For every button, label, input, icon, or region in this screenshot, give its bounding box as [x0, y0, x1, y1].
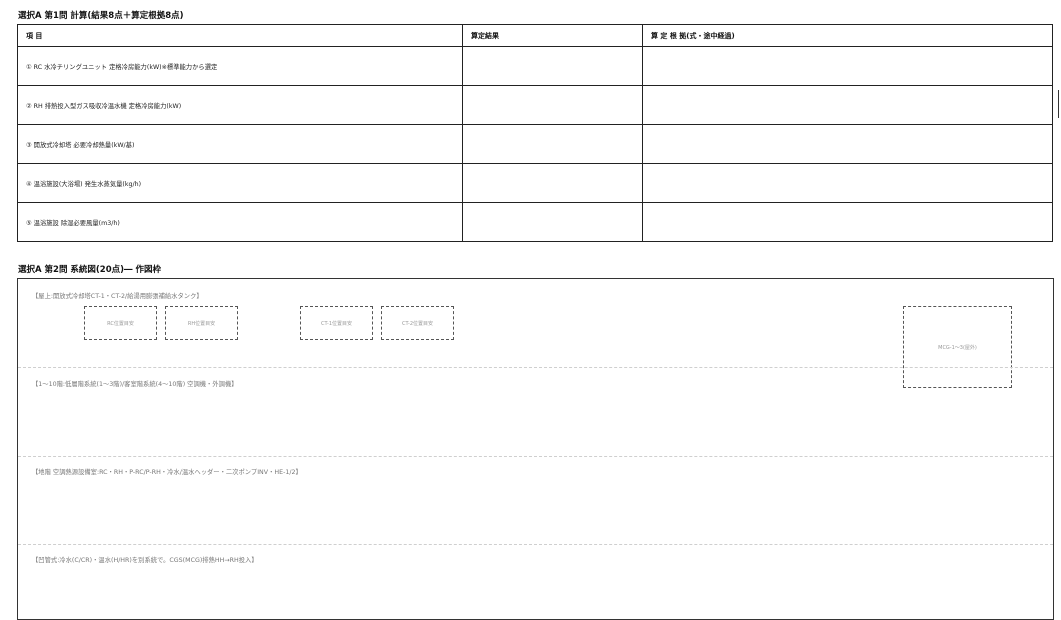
section2-title: 選択A 第2問 系統図(20点)― 作図枠 [18, 265, 161, 275]
zone-label-floors: 【1～10階:低層階系統(1～3階)/客室階系統(4～10階) 空調機・外調機】 [32, 381, 238, 388]
result-cell[interactable] [462, 46, 643, 86]
table-header-row: 項 目 算定結果 算 定 根 拠(式・途中経過) [17, 24, 1053, 47]
header-item: 項 目 [17, 24, 463, 47]
zone-label-roof: 【屋上:開放式冷却塔CT-1・CT-2/給湯用膨張補給水タンク】 [32, 293, 203, 300]
basis-cell[interactable] [642, 202, 1053, 242]
table-row: ① RC 水冷チリングユニット 定格冷房能力(kW)※標準能力から選定 [17, 46, 1053, 86]
zone-label-basement: 【地階 空調熱源設備室:RC・RH・P-RC/P-RH・冷水/温水ヘッダー・二次… [32, 469, 302, 476]
basis-cell[interactable] [642, 85, 1053, 125]
row-item-label: ① RC 水冷チリングユニット 定格冷房能力(kW)※標準能力から選定 [17, 46, 463, 86]
table-row: ⑤ 温浴施設 除湿必要風量(m3/h) [17, 202, 1053, 242]
zone-divider [18, 456, 1053, 457]
rh-position-box[interactable]: RH位置目安 [165, 306, 238, 340]
basis-cell[interactable] [642, 124, 1053, 164]
result-cell[interactable] [462, 163, 643, 203]
basis-cell[interactable] [642, 163, 1053, 203]
section1-title: 選択A 第1問 計算(結果8点＋算定根拠8点) [18, 11, 184, 21]
row-item-label: ③ 開放式冷却塔 必要冷却熱量(kW/基) [17, 124, 463, 164]
zone-divider [18, 544, 1053, 545]
result-cell[interactable] [462, 85, 643, 125]
result-cell[interactable] [462, 124, 643, 164]
table-row: ③ 開放式冷却塔 必要冷却熱量(kW/基) [17, 124, 1053, 164]
ct1-position-box[interactable]: CT-1位置目安 [300, 306, 373, 340]
header-result: 算定結果 [462, 24, 643, 47]
zone-label-piping: 【凹管式:冷水(C/CR)・温水(H/HR)を別系統で。CGS(MCG)排熱HH… [32, 557, 258, 564]
calculation-table: 項 目 算定結果 算 定 根 拠(式・途中経過) ① RC 水冷チリングユニット… [17, 24, 1053, 242]
drawing-frame[interactable]: 【屋上:開放式冷却塔CT-1・CT-2/給湯用膨張補給水タンク】 RC位置目安 … [17, 278, 1054, 620]
row-item-label: ⑤ 温浴施設 除湿必要風量(m3/h) [17, 202, 463, 242]
row-item-label: ④ 温浴施設(大浴場) 発生水蒸気量(kg/h) [17, 163, 463, 203]
table-row: ④ 温浴施設(大浴場) 発生水蒸気量(kg/h) [17, 163, 1053, 203]
zone-divider [18, 367, 1053, 368]
rc-position-box[interactable]: RC位置目安 [84, 306, 157, 340]
mcg-position-box[interactable]: MCG-1～3(屋外) [903, 306, 1012, 388]
ct2-position-box[interactable]: CT-2位置目安 [381, 306, 454, 340]
result-cell[interactable] [462, 202, 643, 242]
table-row: ② RH 排熱投入型ガス吸収冷温水機 定格冷房能力(kW) [17, 85, 1053, 125]
scroll-edge-mark [1058, 90, 1059, 118]
row-item-label: ② RH 排熱投入型ガス吸収冷温水機 定格冷房能力(kW) [17, 85, 463, 125]
header-basis: 算 定 根 拠(式・途中経過) [642, 24, 1053, 47]
basis-cell[interactable] [642, 46, 1053, 86]
